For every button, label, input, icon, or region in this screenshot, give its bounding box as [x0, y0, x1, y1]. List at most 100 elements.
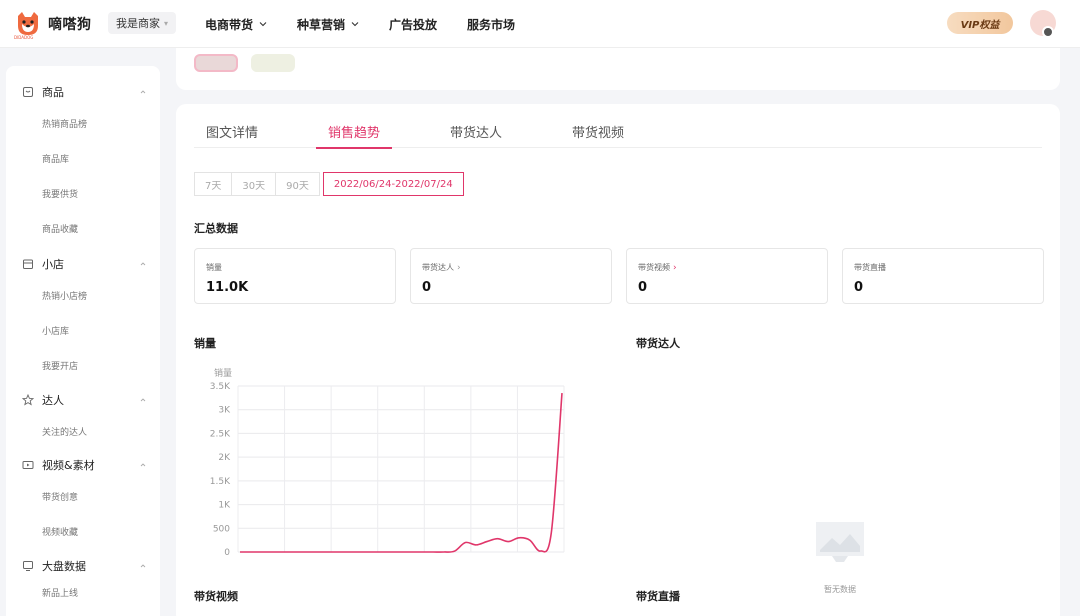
- nav-ecommerce[interactable]: 电商带货: [205, 16, 267, 33]
- tab-sales-trend[interactable]: 销售趋势: [316, 118, 393, 149]
- sidebar-subitem[interactable]: 关注的达人: [6, 414, 160, 449]
- stat-value: 11.0K: [206, 280, 249, 295]
- y-tick-label: 1K: [218, 501, 231, 511]
- chevron-up-icon: [140, 564, 146, 568]
- sidebar-item-label: 视频&素材: [42, 459, 95, 472]
- sidebar-subitem[interactable]: 热销商品榜: [6, 106, 160, 141]
- stat-card-videos[interactable]: 带货视频 › 0: [626, 248, 828, 304]
- chevron-up-icon: [140, 90, 146, 94]
- sidebar-item-dashboard[interactable]: 大盘数据: [6, 552, 160, 580]
- box-icon: [23, 87, 33, 97]
- main-nav: 电商带货 种草营销 广告投放 服务市场: [205, 0, 545, 48]
- product-header-card: [176, 48, 1060, 90]
- y-tick-label: 3K: [218, 406, 231, 416]
- chevron-right-icon: ›: [457, 262, 461, 273]
- chevron-down-icon: [351, 22, 359, 27]
- logo-subtext: DIDADOG: [14, 35, 34, 40]
- chevron-right-icon: ›: [673, 262, 677, 273]
- stat-value: 0: [638, 280, 648, 295]
- stat-card-sales: 销量 11.0K: [194, 248, 396, 304]
- chevron-up-icon: [140, 262, 146, 266]
- sidebar-subitem[interactable]: 商品收藏: [6, 211, 160, 246]
- date-range-picker[interactable]: 2022/06/24-2022/07/24: [322, 172, 464, 196]
- y-tick-label: 2.5K: [210, 429, 231, 439]
- nav-ads[interactable]: 广告投放: [389, 16, 437, 33]
- sidebar-item-shops[interactable]: 小店: [6, 250, 160, 278]
- y-tick-label: 0: [224, 548, 230, 558]
- caret-down-icon: ▾: [164, 18, 169, 28]
- sidebar-subitem[interactable]: 视频收藏: [6, 514, 160, 549]
- sidebar-item-label: 大盘数据: [42, 560, 86, 573]
- tab-details[interactable]: 图文详情: [194, 118, 270, 148]
- sidebar-group-influencers: 达人 关注的达人: [6, 386, 160, 449]
- product-thumbnail[interactable]: [251, 54, 295, 72]
- range-7d-button[interactable]: 7天: [194, 172, 233, 196]
- stat-label: 带货直播: [854, 263, 886, 272]
- tab-videos[interactable]: 带货视频: [560, 118, 636, 148]
- chevron-down-icon: [259, 22, 267, 27]
- chevron-up-icon: [140, 463, 146, 467]
- chevron-up-icon: [140, 398, 146, 402]
- sidebar-group-dashboard: 大盘数据 新品上线: [6, 552, 160, 604]
- sidebar-subitem[interactable]: 热销小店榜: [6, 278, 160, 313]
- role-label: 我是商家: [116, 17, 160, 30]
- stat-value: 0: [854, 280, 864, 295]
- y-tick-label: 3.5K: [210, 382, 231, 392]
- nav-service-market[interactable]: 服务市场: [467, 16, 515, 33]
- logo[interactable]: 嘀嗒狗 DIDADOG: [14, 8, 94, 40]
- nav-seeding-label: 种草营销: [297, 17, 346, 32]
- sidebar-item-products[interactable]: 商品: [6, 78, 160, 106]
- summary-title: 汇总数据: [194, 222, 238, 235]
- stat-value: 0: [422, 280, 432, 295]
- empty-state: 暂无数据: [812, 518, 868, 594]
- sidebar-group-products: 商品 热销商品榜 商品库 我要供货 商品收藏: [6, 78, 160, 246]
- y-axis-label: 销量: [214, 367, 232, 379]
- video-icon: [22, 461, 34, 469]
- y-tick-label: 500: [213, 524, 230, 534]
- sidebar-subitem[interactable]: 商品库: [6, 141, 160, 176]
- settings-badge-icon[interactable]: [1042, 26, 1054, 38]
- sidebar-subitem[interactable]: 新品上线: [6, 580, 160, 604]
- nav-ecommerce-label: 电商带货: [205, 17, 254, 32]
- sidebar-subitem[interactable]: 我要供货: [6, 176, 160, 211]
- dashboard-icon: [23, 561, 33, 571]
- product-thumbnail[interactable]: [194, 54, 238, 72]
- sidebar: 商品 热销商品榜 商品库 我要供货 商品收藏 小店 热销小店榜 小店库 我要开店…: [6, 66, 160, 616]
- shop-icon: [23, 259, 33, 269]
- top-bar: 嘀嗒狗 DIDADOG 我是商家 ▾ 电商带货 种草营销 广告投放 服务市场 V…: [0, 0, 1080, 48]
- stat-label: 带货视频 ›: [638, 262, 677, 273]
- date-range-selector: 7天 30天 90天 2022/06/24-2022/07/24: [194, 172, 464, 196]
- y-tick-label: 1.5K: [210, 477, 231, 487]
- influencer-icon: [22, 394, 34, 406]
- sidebar-subitem[interactable]: 我要开店: [6, 348, 160, 383]
- stat-label: 带货达人 ›: [422, 262, 461, 273]
- range-30d-button[interactable]: 30天: [231, 172, 277, 196]
- sidebar-item-label: 小店: [42, 258, 64, 271]
- sidebar-item-videos[interactable]: 视频&素材: [6, 451, 160, 479]
- logo-text: 嘀嗒狗: [48, 17, 92, 33]
- empty-image-icon: [816, 522, 864, 562]
- sidebar-item-influencers[interactable]: 达人: [6, 386, 160, 414]
- sales-trend-card: 图文详情 销售趋势 带货达人 带货视频 7天 30天 90天 2022/06/2…: [176, 104, 1060, 616]
- detail-tabs: 图文详情 销售趋势 带货达人 带货视频: [194, 118, 1042, 149]
- stat-card-influencers[interactable]: 带货达人 › 0: [410, 248, 612, 304]
- sidebar-group-videos: 视频&素材 带货创意 视频收藏: [6, 451, 160, 549]
- sales-chart-svg: 销量 0 500 1K 1.5K 2K 2.5K 3K 3.5K: [210, 367, 565, 558]
- y-tick-label: 2K: [218, 453, 231, 463]
- sidebar-group-shops: 小店 热销小店榜 小店库 我要开店: [6, 250, 160, 383]
- dog-logo-icon: [18, 12, 38, 35]
- live-section-title: 带货直播: [636, 590, 680, 603]
- videos-section-title: 带货视频: [194, 590, 238, 603]
- tab-influencers[interactable]: 带货达人: [438, 118, 514, 148]
- influencers-section-title: 带货达人: [636, 337, 680, 350]
- sidebar-item-label: 达人: [42, 394, 64, 407]
- role-switcher[interactable]: 我是商家 ▾: [108, 12, 177, 34]
- sales-line-chart: 销量 0 500 1K 1.5K 2K 2.5K 3K 3.5K: [194, 362, 574, 562]
- sidebar-subitem[interactable]: 带货创意: [6, 479, 160, 514]
- sidebar-subitem[interactable]: 小店库: [6, 313, 160, 348]
- sales-chart-title: 销量: [194, 337, 216, 350]
- vip-button[interactable]: VIP权益: [947, 12, 1013, 34]
- range-90d-button[interactable]: 90天: [275, 172, 320, 196]
- nav-seeding[interactable]: 种草营销: [297, 16, 359, 33]
- stat-label: 销量: [206, 263, 222, 272]
